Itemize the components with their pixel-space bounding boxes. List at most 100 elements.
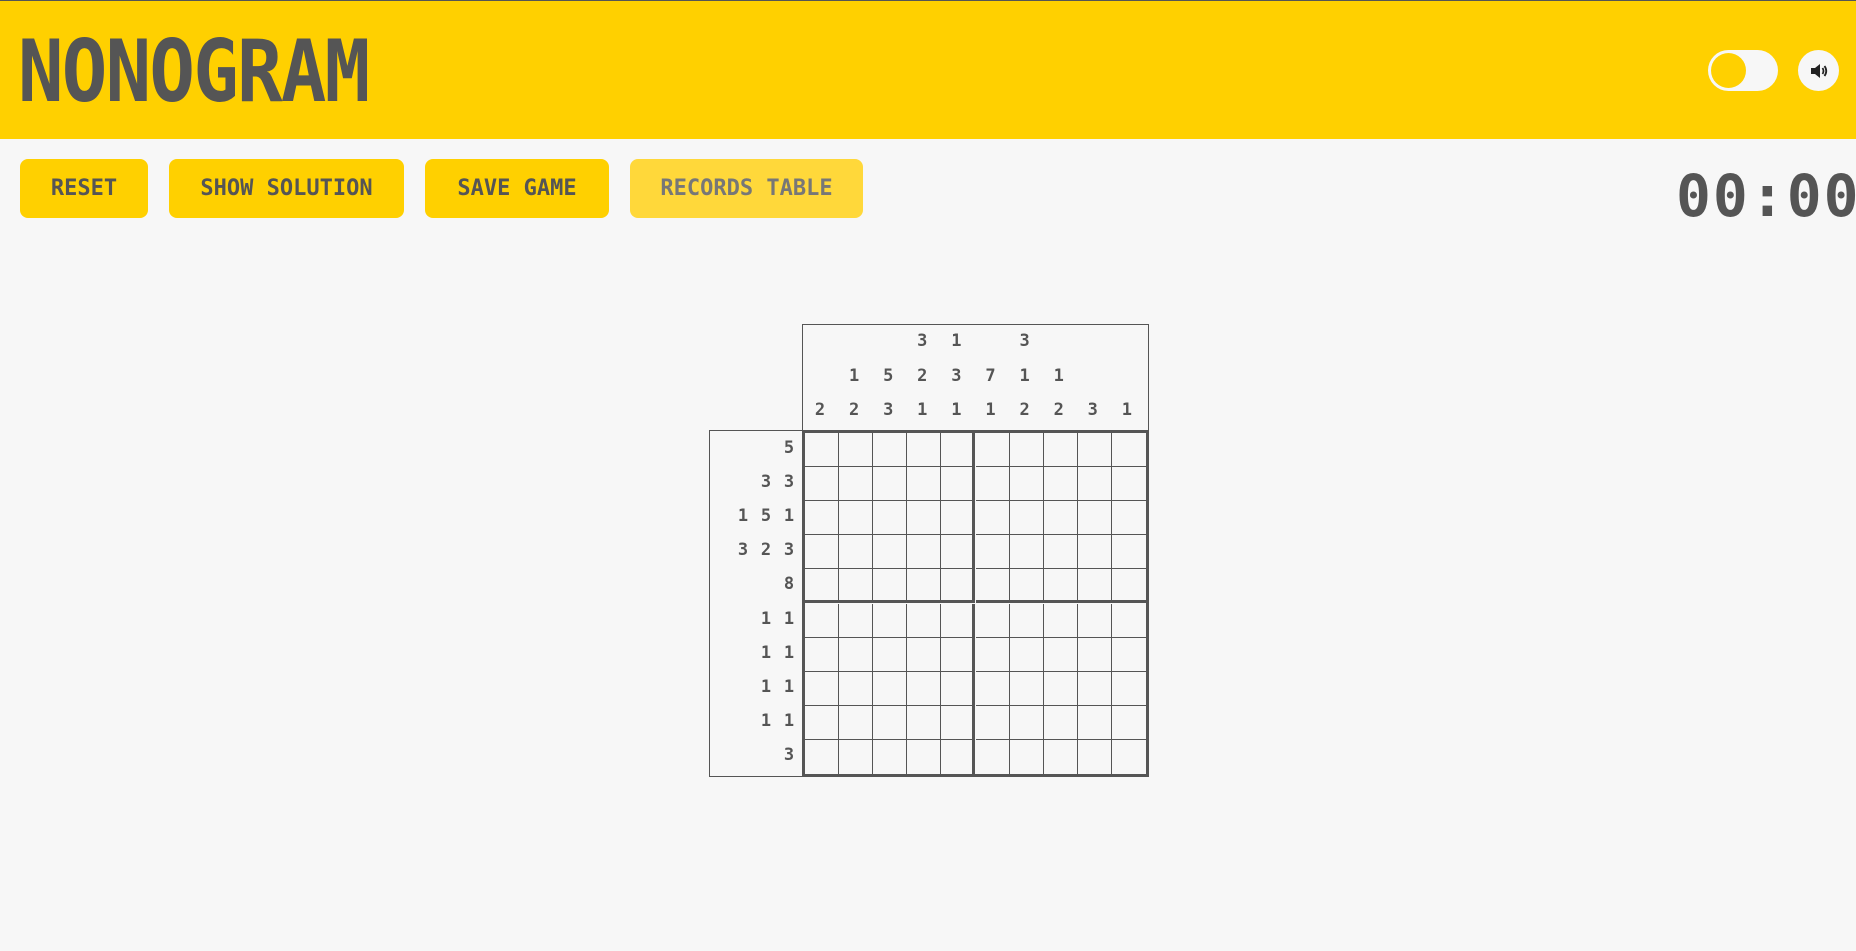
grid-cell[interactable] — [975, 501, 1010, 536]
reset-button[interactable]: RESET — [20, 159, 148, 218]
grid-cell[interactable] — [941, 603, 976, 638]
grid-cell[interactable] — [907, 501, 942, 536]
grid-cell[interactable] — [1009, 535, 1044, 570]
grid-cell[interactable] — [1009, 603, 1044, 638]
grid-cell[interactable] — [1043, 467, 1078, 502]
grid-cell[interactable] — [1112, 740, 1146, 774]
grid-cell[interactable] — [941, 705, 976, 740]
grid-cell[interactable] — [805, 467, 839, 502]
grid-cell[interactable] — [1043, 501, 1078, 536]
grid-cell[interactable] — [1009, 501, 1044, 536]
grid-cell[interactable] — [975, 671, 1010, 706]
grid-cell[interactable] — [873, 467, 908, 502]
grid-cell[interactable] — [839, 501, 874, 536]
grid-cell[interactable] — [975, 705, 1010, 740]
grid-cell[interactable] — [873, 603, 908, 638]
grid-cell[interactable] — [907, 603, 942, 638]
grid-cell[interactable] — [873, 433, 908, 467]
grid-cell[interactable] — [975, 603, 1010, 638]
grid-cell[interactable] — [975, 637, 1010, 672]
grid-cell[interactable] — [1111, 706, 1146, 740]
grid-cell[interactable] — [1009, 637, 1044, 672]
grid-cell[interactable] — [941, 739, 976, 774]
grid-cell[interactable] — [1111, 638, 1146, 672]
grid-cell[interactable] — [907, 671, 942, 706]
grid-cell[interactable] — [1078, 739, 1112, 774]
grid-cell[interactable] — [839, 433, 874, 467]
grid-cell[interactable] — [805, 637, 839, 672]
grid-cell[interactable] — [873, 637, 908, 672]
grid-cell[interactable] — [941, 501, 976, 536]
grid-cell[interactable] — [1044, 739, 1078, 774]
grid-cell[interactable] — [975, 433, 1010, 467]
grid-cell[interactable] — [839, 705, 874, 740]
grid-cell[interactable] — [941, 671, 976, 706]
save-game-button[interactable]: SAVE GAME — [425, 159, 609, 218]
grid-cell[interactable] — [907, 535, 942, 570]
grid-cell[interactable] — [1009, 433, 1044, 467]
grid-cell[interactable] — [805, 671, 839, 706]
grid-cell[interactable] — [1077, 603, 1112, 638]
grid-cell[interactable] — [805, 705, 839, 740]
grid-cell[interactable] — [1043, 671, 1078, 706]
grid-cell[interactable] — [1043, 535, 1078, 570]
grid-cell[interactable] — [873, 739, 908, 774]
grid-cell[interactable] — [1010, 739, 1044, 774]
grid-cell[interactable] — [907, 739, 942, 774]
grid-cell[interactable] — [907, 705, 942, 740]
grid-cell[interactable] — [1043, 637, 1078, 672]
grid-cell[interactable] — [1077, 467, 1112, 502]
grid-cell[interactable] — [976, 739, 1010, 774]
records-table-button[interactable]: RECORDS TABLE — [630, 159, 863, 218]
grid-cell[interactable] — [941, 569, 976, 604]
grid-cell[interactable] — [907, 433, 942, 467]
grid-cell[interactable] — [1043, 569, 1078, 604]
grid-cell[interactable] — [941, 535, 976, 570]
grid-cell[interactable] — [873, 535, 908, 570]
grid-cell[interactable] — [1077, 671, 1112, 706]
grid-cell[interactable] — [907, 569, 942, 604]
grid-cell[interactable] — [941, 467, 976, 502]
grid-cell[interactable] — [1043, 433, 1078, 467]
grid-cell[interactable] — [805, 535, 839, 570]
grid-cell[interactable] — [941, 637, 976, 672]
grid-cell[interactable] — [805, 603, 839, 638]
grid-cell[interactable] — [1077, 535, 1112, 570]
grid-cell[interactable] — [975, 535, 1010, 570]
grid-cell[interactable] — [873, 501, 908, 536]
grid-cell[interactable] — [1111, 672, 1146, 706]
grid-cell[interactable] — [873, 569, 908, 604]
grid-cell[interactable] — [1043, 603, 1078, 638]
show-solution-button[interactable]: SHOW SOLUTION — [169, 159, 404, 218]
grid-cell[interactable] — [907, 467, 942, 502]
sound-button[interactable] — [1798, 50, 1839, 91]
grid-cell[interactable] — [1009, 467, 1044, 502]
grid-cell[interactable] — [839, 671, 874, 706]
grid-cell[interactable] — [1043, 705, 1078, 740]
grid-cell[interactable] — [1111, 604, 1146, 638]
grid-cell[interactable] — [1009, 671, 1044, 706]
grid-cell[interactable] — [1077, 433, 1112, 467]
grid-cell[interactable] — [1111, 433, 1146, 467]
grid-cell[interactable] — [1009, 705, 1044, 740]
grid-cell[interactable] — [839, 603, 874, 638]
grid-cell[interactable] — [1111, 501, 1146, 536]
grid-cell[interactable] — [1077, 705, 1112, 740]
grid-cell[interactable] — [1111, 569, 1146, 604]
grid-cell[interactable] — [1077, 501, 1112, 536]
grid-cell[interactable] — [805, 569, 839, 604]
grid-cell[interactable] — [805, 501, 839, 536]
grid-cell[interactable] — [805, 739, 839, 774]
grid-cell[interactable] — [1111, 467, 1146, 502]
theme-toggle[interactable] — [1708, 50, 1778, 91]
grid-cell[interactable] — [975, 569, 1010, 604]
grid-cell[interactable] — [839, 467, 874, 502]
grid-cell[interactable] — [1077, 569, 1112, 604]
grid-cell[interactable] — [839, 739, 874, 774]
grid-cell[interactable] — [839, 535, 874, 570]
grid-cell[interactable] — [839, 569, 874, 604]
grid-cell[interactable] — [907, 637, 942, 672]
grid-cell[interactable] — [1111, 535, 1146, 570]
grid-cell[interactable] — [873, 705, 908, 740]
grid-cell[interactable] — [873, 671, 908, 706]
